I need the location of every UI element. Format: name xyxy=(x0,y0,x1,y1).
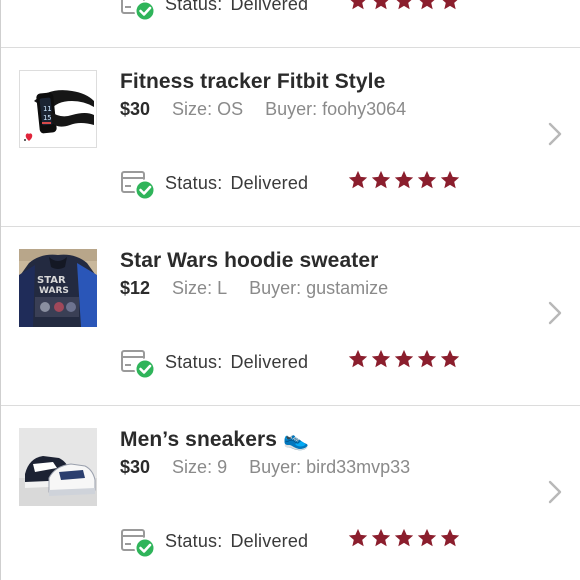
item-size: Size: 9 xyxy=(172,457,228,477)
item-title[interactable]: Star Wars hoodie sweater xyxy=(120,249,378,273)
rating-stars xyxy=(347,527,462,549)
star-icon xyxy=(417,170,437,189)
star-icon xyxy=(394,528,414,547)
star-icon xyxy=(396,0,412,10)
delivered-box-icon xyxy=(120,524,156,559)
star-icon xyxy=(440,528,460,547)
star-icon xyxy=(442,0,458,10)
status-row: Status: Delivered xyxy=(120,524,309,559)
list-item[interactable]: Status: Delivered xyxy=(1,0,580,48)
status-value: Delivered xyxy=(230,172,309,193)
star-icon xyxy=(350,0,366,10)
star-icon xyxy=(394,349,414,368)
item-title[interactable]: Fitness tracker Fitbit Style xyxy=(120,70,385,94)
rating-stars xyxy=(347,348,462,370)
item-meta: $12 Size: L Buyer: gustamize xyxy=(120,278,388,299)
status-value: Delivered xyxy=(230,0,309,14)
chevron-right-icon[interactable] xyxy=(548,301,562,325)
item-size: Size: OS xyxy=(172,99,244,119)
item-buyer: Buyer: bird33mvp33 xyxy=(249,457,411,477)
item-thumbnail xyxy=(19,428,97,506)
item-thumbnail: 11 15 xyxy=(19,70,97,148)
item-price: $30 xyxy=(120,457,151,477)
rating-stars xyxy=(347,0,462,12)
status-label: Status: xyxy=(165,0,223,14)
star-icon xyxy=(419,0,435,10)
svg-text:WARS: WARS xyxy=(39,286,69,296)
star-icon xyxy=(440,349,460,368)
item-title[interactable]: Men’s sneakers 👟 xyxy=(120,428,309,452)
star-icon xyxy=(373,0,389,10)
chevron-right-icon[interactable] xyxy=(548,122,562,146)
sold-listings-screen: Status: Delivered 11 15 Fitness tracker … xyxy=(0,0,580,580)
status-value: Delivered xyxy=(230,351,309,372)
status-label: Status: xyxy=(165,351,223,372)
chevron-right-icon[interactable] xyxy=(548,480,562,504)
list-item[interactable]: STAR WARS Star Wars hoodie sweater $12 Si… xyxy=(1,227,580,406)
item-meta: $30 Size: OS Buyer: foohy3064 xyxy=(120,99,406,120)
item-price: $12 xyxy=(120,278,151,298)
star-icon xyxy=(417,349,437,368)
svg-text:STAR: STAR xyxy=(37,275,66,286)
item-meta: $30 Size: 9 Buyer: bird33mvp33 xyxy=(120,457,410,478)
item-buyer: Buyer: foohy3064 xyxy=(265,99,407,119)
status-row: Status: Delivered xyxy=(120,345,309,380)
svg-text:15: 15 xyxy=(43,114,51,122)
status-row: Status: Delivered xyxy=(120,166,309,201)
star-icon xyxy=(348,170,368,189)
status-label: Status: xyxy=(165,172,223,193)
delivered-box-icon xyxy=(120,166,156,201)
item-price: $30 xyxy=(120,99,151,119)
star-icon xyxy=(417,528,437,547)
list-item[interactable]: Men’s sneakers 👟 $30 Size: 9 Buyer: bird33… xyxy=(1,406,580,580)
delivered-box-icon xyxy=(120,345,156,380)
item-size: Size: L xyxy=(172,278,228,298)
status-row: Status: Delivered xyxy=(120,0,309,22)
star-icon xyxy=(371,349,391,368)
star-icon xyxy=(394,170,414,189)
star-icon xyxy=(371,170,391,189)
status-value: Delivered xyxy=(230,530,309,551)
sold-list: Status: Delivered 11 15 Fitness tracker … xyxy=(1,0,580,580)
delivered-box-icon xyxy=(120,0,156,22)
list-item[interactable]: 11 15 Fitness tracker Fitbit Style $30 Si… xyxy=(1,48,580,227)
star-icon xyxy=(440,170,460,189)
item-thumbnail: STAR WARS xyxy=(19,249,97,327)
rating-stars xyxy=(347,169,462,191)
star-icon xyxy=(371,528,391,547)
star-icon xyxy=(348,528,368,547)
item-buyer: Buyer: gustamize xyxy=(249,278,389,298)
status-label: Status: xyxy=(165,530,223,551)
star-icon xyxy=(348,349,368,368)
